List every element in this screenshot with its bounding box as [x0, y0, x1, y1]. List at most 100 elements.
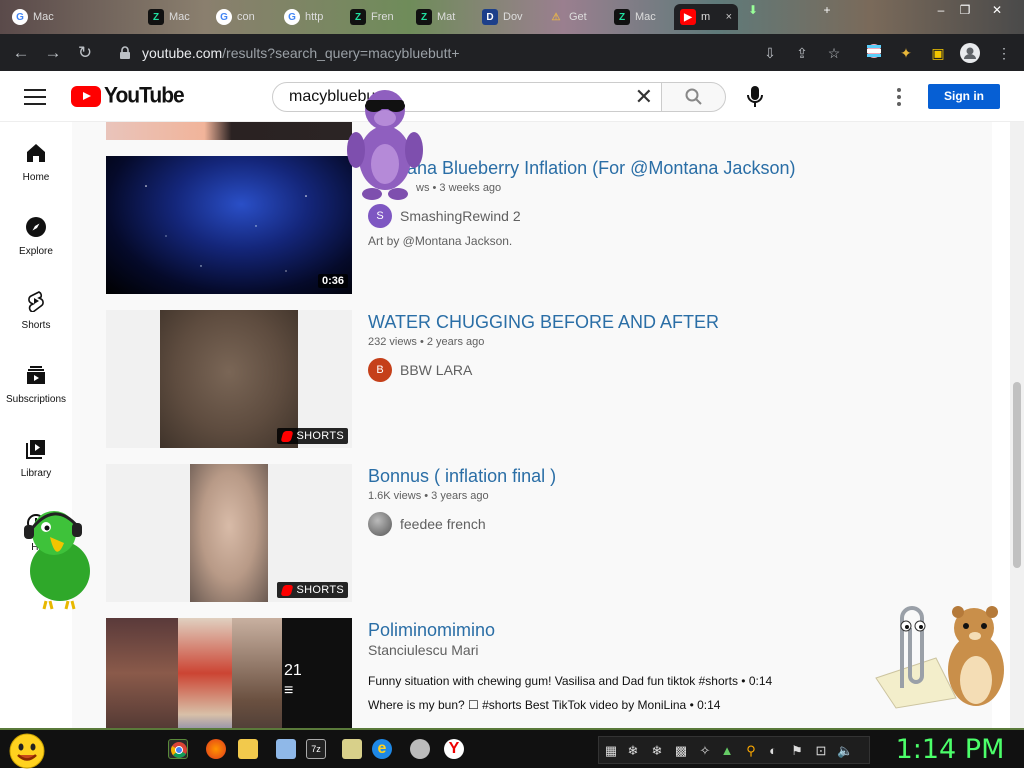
clear-search-icon[interactable]: ✕	[635, 86, 653, 108]
close-tab-icon[interactable]: ×	[726, 11, 732, 23]
lock-icon	[120, 45, 130, 59]
page-scrollbar[interactable]	[1010, 122, 1024, 728]
video-info: Bonnus ( inflation final ) 1.6K views • …	[368, 464, 968, 536]
browser-menu-icon[interactable]: ⋮	[994, 43, 1014, 63]
file-explorer-taskbar-icon[interactable]	[238, 739, 258, 759]
tray-icon[interactable]: ▩	[673, 743, 689, 759]
playlist-thumbnail[interactable]: 21 ≡	[106, 618, 352, 728]
tray-icon[interactable]: ◐	[765, 743, 781, 759]
address-bar[interactable]: youtube.com/results?search_query=macyblu…	[110, 38, 850, 67]
channel-row[interactable]: S SmashingRewind 2	[368, 204, 968, 228]
video-result[interactable]: SHORTS Bonnus ( inflation final ) 1.6K v…	[106, 464, 992, 602]
tab-label: Mac	[33, 11, 54, 23]
chrome-taskbar-icon[interactable]	[168, 739, 188, 759]
volume-icon[interactable]: 🔈	[837, 743, 853, 759]
settings-kebab-icon[interactable]	[896, 86, 902, 106]
search-button[interactable]	[661, 82, 726, 112]
parrot-assistant-icon[interactable]	[20, 503, 96, 611]
start-smiley-icon[interactable]	[8, 732, 46, 770]
channel-name[interactable]: BBW LARA	[400, 362, 472, 378]
google-icon: G	[12, 9, 28, 25]
browser-tab[interactable]: G http	[278, 4, 342, 30]
notepad-taskbar-icon[interactable]	[276, 739, 296, 759]
extensions-puzzle-icon[interactable]: ✦	[896, 43, 916, 63]
browser-tab-active[interactable]: ▶ m ×	[674, 4, 738, 30]
action-center-flag-icon[interactable]: ⚑	[789, 743, 805, 759]
tray-icon[interactable]: ▲	[719, 743, 735, 759]
playlist-result[interactable]: 21 ≡ Poliminomimino Stanciulescu Mari Fu…	[106, 618, 992, 728]
channel-row[interactable]: feedee french	[368, 512, 968, 536]
mix-frame-image	[106, 618, 178, 728]
guide-item-library[interactable]: Library	[0, 438, 72, 508]
taskbar-clock[interactable]: 1:14 PM	[880, 732, 1020, 768]
browser-tab[interactable]: Z Mat	[410, 4, 474, 30]
duration-badge: 0:36	[317, 274, 348, 288]
logo-text: YouTube	[104, 83, 185, 108]
clippy-and-hamster-icon[interactable]	[866, 598, 1010, 710]
tray-icon[interactable]: ✧	[697, 743, 713, 759]
extension-flag-icon[interactable]	[864, 43, 884, 63]
browser-tab[interactable]: D Dov	[476, 4, 540, 30]
search-icon	[685, 88, 702, 105]
yandex-taskbar-icon[interactable]: Y	[444, 739, 464, 759]
zerogpt-icon: Z	[148, 9, 164, 25]
browser-tab[interactable]: Z Mac	[142, 4, 206, 30]
youtube-logo[interactable]: YouTube	[71, 83, 185, 108]
channel-name[interactable]: feedee french	[400, 516, 486, 532]
shorts-badge: SHORTS	[276, 582, 348, 598]
browser-tab[interactable]: ⚠ Get	[542, 4, 606, 30]
share-icon[interactable]: ⇪	[792, 43, 812, 63]
side-panel-icon[interactable]: ▣	[928, 43, 948, 63]
minimize-icon[interactable]: –	[930, 2, 952, 18]
internet-explorer-taskbar-icon[interactable]: e	[372, 739, 392, 759]
browser-tab[interactable]: Z Mac	[608, 4, 672, 30]
browser-tab[interactable]: Z Fren	[344, 4, 408, 30]
guide-item-shorts[interactable]: Shorts	[0, 290, 72, 360]
video-result[interactable]: SHORTS WATER CHUGGING BEFORE AND AFTER 2…	[106, 310, 992, 448]
mix-frame-image	[178, 618, 232, 728]
back-icon[interactable]: ←	[10, 42, 32, 64]
video-title[interactable]: Bonnus ( inflation final )	[368, 464, 968, 488]
video-thumbnail[interactable]: SHORTS	[106, 310, 352, 448]
install-icon[interactable]: ⇩	[760, 43, 780, 63]
search-input[interactable]	[289, 88, 609, 106]
tray-icon[interactable]: ▦	[603, 743, 619, 759]
video-result[interactable]: 0:36 tana Blueberry Inflation (For @Mont…	[106, 156, 992, 294]
channel-row[interactable]: B BBW LARA	[368, 358, 968, 382]
7zip-taskbar-icon[interactable]: 7z	[306, 739, 326, 759]
app-taskbar-icon[interactable]	[410, 739, 430, 759]
bonzi-buddy-gorilla-icon[interactable]	[342, 84, 428, 202]
playlist-count: 21	[284, 662, 302, 679]
forward-icon[interactable]: →	[42, 42, 64, 64]
search-tray-icon[interactable]: ⚲	[743, 743, 759, 759]
profile-icon[interactable]	[960, 43, 980, 63]
video-title[interactable]: WATER CHUGGING BEFORE AND AFTER	[368, 310, 968, 334]
voice-search-button[interactable]	[740, 80, 770, 114]
hamburger-menu-icon[interactable]	[24, 86, 46, 106]
app-taskbar-icon[interactable]	[342, 739, 362, 759]
channel-name[interactable]: SmashingRewind 2	[400, 208, 521, 224]
guide-item-subscriptions[interactable]: Subscriptions	[0, 364, 72, 434]
scrollbar-thumb[interactable]	[1013, 382, 1021, 568]
reload-icon[interactable]: ↻	[74, 42, 96, 64]
browser-tab[interactable]: G Mac	[6, 4, 72, 30]
close-window-icon[interactable]: ✕	[986, 2, 1008, 18]
browser-tab[interactable]: G con	[210, 4, 276, 30]
bookmark-star-icon[interactable]: ☆	[824, 43, 844, 63]
network-icon[interactable]: ⊡	[813, 743, 829, 759]
video-title[interactable]: tana Blueberry Inflation (For @Montana J…	[368, 156, 968, 180]
snowflake-icon[interactable]: ❄	[625, 743, 641, 759]
video-thumbnail[interactable]: SHORTS	[106, 464, 352, 602]
firefox-taskbar-icon[interactable]	[206, 739, 226, 759]
new-tab-icon[interactable]: +	[816, 2, 838, 18]
sign-in-button[interactable]: Sign in	[928, 84, 1000, 109]
mini-guide: Home Explore Shorts Subscriptions Librar…	[0, 122, 72, 728]
restore-icon[interactable]: ❐	[954, 2, 976, 18]
video-thumbnail[interactable]: 0:36	[106, 156, 352, 294]
guide-item-home[interactable]: Home	[0, 142, 72, 212]
video-info: tana Blueberry Inflation (For @Montana J…	[368, 156, 968, 248]
guide-item-explore[interactable]: Explore	[0, 216, 72, 286]
snowflake-icon[interactable]: ❄	[649, 743, 665, 759]
previous-result-thumbnail[interactable]	[106, 122, 352, 140]
search-results: 0:36 tana Blueberry Inflation (For @Mont…	[72, 122, 992, 728]
